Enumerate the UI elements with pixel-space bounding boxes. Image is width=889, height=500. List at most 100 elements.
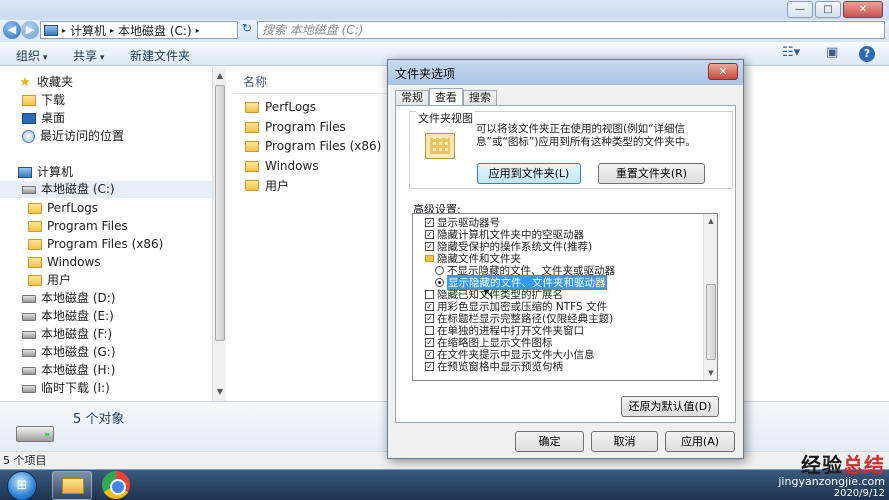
nav-label: 本地磁盘 (G:) [41, 345, 116, 359]
scroll-down-icon[interactable]: ▼ [213, 385, 227, 399]
navigation-pane: ★ 收藏夹 下载 桌面 最近访问的位置 计算机 本地磁盘 (C:) PerfLo… [0, 67, 226, 401]
start-orb-icon[interactable]: ⊞ [7, 471, 37, 500]
tab-search[interactable]: 搜索 [463, 90, 497, 106]
downloads-icon [22, 95, 36, 106]
nav-label: 本地磁盘 (E:) [41, 309, 114, 323]
folder-icon [28, 239, 42, 250]
watermark-title: 经验总结 [778, 449, 885, 478]
nav-item-desktop[interactable]: 桌面 [22, 110, 65, 127]
nav-item-users[interactable]: 用户 [28, 272, 71, 289]
scroll-up-icon[interactable]: ▲ [704, 215, 717, 227]
taskbar-explorer-button[interactable] [52, 471, 92, 500]
computer-icon [18, 167, 32, 178]
search-input[interactable]: 搜索 本地磁盘 (C:) [257, 21, 885, 39]
advanced-list-scrollbar[interactable]: ▲ ▼ [703, 214, 717, 380]
checkbox[interactable]: ✓ [425, 349, 434, 359]
share-menu[interactable]: 共享 [73, 47, 104, 64]
view-options-icon[interactable]: ☷▾ [782, 45, 800, 61]
nav-item-drive-f[interactable]: 本地磁盘 (F:) [22, 326, 112, 343]
breadcrumb-drive-c[interactable]: 本地磁盘 (C:) [118, 22, 192, 39]
file-name: 用户 [265, 178, 290, 193]
preview-pane-icon[interactable]: ▣ [826, 45, 838, 61]
checkbox[interactable]: ✓ [425, 313, 434, 323]
dialog-close-button[interactable]: ✕ [708, 63, 738, 80]
nav-label: 下载 [41, 93, 66, 107]
nav-item-program-files-x86[interactable]: Program Files (x86) [28, 236, 163, 253]
advanced-settings-list[interactable]: ✓ 显示驱动器号 ✓ 隐藏计算机文件夹中的空驱动器 ✓ 隐藏受保护的操作系统文件… [412, 213, 718, 381]
folder-icon [245, 179, 259, 191]
ok-button[interactable]: 确定 [515, 431, 584, 452]
nav-item-windows[interactable]: Windows [28, 254, 101, 271]
nav-label: 本地磁盘 (H:) [41, 363, 116, 377]
close-button[interactable]: ✕ [843, 1, 883, 18]
nav-label: 本地磁盘 (C:) [41, 182, 115, 196]
breadcrumb-separator: ▸ [195, 25, 200, 35]
refresh-icon[interactable]: ↻ [239, 21, 255, 39]
tab-view[interactable]: 查看 [429, 88, 463, 106]
nav-scrollbar[interactable]: ▲ ▼ [212, 67, 226, 401]
checkbox[interactable]: ✓ [425, 337, 434, 347]
list-item[interactable]: Program Files [245, 118, 346, 136]
apply-button[interactable]: 应用(A) [665, 431, 735, 452]
scroll-thumb[interactable] [706, 284, 716, 360]
reset-folders-button[interactable]: 重置文件夹(R) [598, 163, 705, 184]
desktop-icon [22, 113, 36, 124]
scroll-thumb[interactable] [215, 85, 225, 341]
minimize-button[interactable]: — [787, 1, 813, 18]
nav-item-recent[interactable]: 最近访问的位置 [22, 128, 124, 145]
nav-item-drive-c[interactable]: 本地磁盘 (C:) [0, 181, 212, 198]
new-folder-button[interactable]: 新建文件夹 [130, 47, 190, 64]
checkbox[interactable]: ✓ [425, 361, 434, 371]
folder-icon [28, 275, 42, 286]
checkbox[interactable]: ✓ [425, 229, 434, 239]
checkbox[interactable]: ✓ [425, 217, 434, 227]
scroll-down-icon[interactable]: ▼ [704, 367, 717, 379]
apply-to-folders-button[interactable]: 应用到文件夹(L) [477, 163, 581, 184]
status-text: 5 个项目 [3, 454, 47, 467]
nav-label: 本地磁盘 (F:) [41, 327, 113, 341]
nav-label: 最近访问的位置 [40, 129, 125, 143]
nav-label: 本地磁盘 (D:) [41, 291, 116, 305]
option-preview-handlers[interactable]: ✓ 在预览窗格中显示预览句柄 [425, 360, 563, 373]
tab-general[interactable]: 常规 [395, 90, 429, 106]
nav-computer[interactable]: 计算机 [18, 164, 73, 181]
star-icon: ★ [19, 74, 31, 90]
nav-label: Windows [47, 255, 101, 269]
list-item[interactable]: Windows [245, 157, 319, 175]
checkbox[interactable] [425, 289, 434, 299]
list-item[interactable]: 用户 [245, 176, 289, 194]
nav-item-drive-h[interactable]: 本地磁盘 (H:) [22, 362, 115, 379]
forward-icon[interactable]: ▶ [21, 21, 39, 39]
back-icon[interactable]: ◀ [3, 21, 21, 39]
restore-defaults-button[interactable]: 还原为默认值(D) [621, 396, 719, 417]
nav-item-downloads[interactable]: 下载 [22, 92, 65, 109]
scroll-up-icon[interactable]: ▲ [213, 69, 227, 83]
nav-label: PerfLogs [47, 201, 99, 215]
nav-label: Program Files [47, 219, 128, 233]
nav-item-drive-g[interactable]: 本地磁盘 (G:) [22, 344, 116, 361]
nav-item-perflogs[interactable]: PerfLogs [28, 200, 98, 217]
cancel-button[interactable]: 取消 [591, 431, 658, 452]
breadcrumb-separator: ▸ [110, 25, 115, 35]
list-item[interactable]: PerfLogs [245, 98, 316, 116]
nav-item-program-files[interactable]: Program Files [28, 218, 128, 235]
taskbar-chrome-button[interactable] [96, 471, 136, 500]
breadcrumb-computer[interactable]: 计算机 [70, 22, 106, 39]
drive-icon [22, 185, 36, 194]
checkbox[interactable]: ✓ [425, 301, 434, 311]
column-header-name[interactable]: 名称 [243, 73, 267, 90]
help-icon[interactable]: ? [859, 46, 875, 62]
radio-button[interactable] [435, 265, 444, 275]
radio-button[interactable] [435, 277, 444, 287]
address-bar[interactable]: ▸ 计算机 ▸ 本地磁盘 (C:) ▸ [40, 21, 238, 39]
maximize-button[interactable]: □ [815, 1, 841, 18]
nav-item-drive-d[interactable]: 本地磁盘 (D:) [22, 290, 115, 307]
checkbox[interactable] [425, 325, 434, 335]
checkbox[interactable]: ✓ [425, 241, 434, 251]
organize-menu[interactable]: 组织 [16, 47, 47, 64]
nav-favorites[interactable]: ★ 收藏夹 [18, 74, 73, 91]
nav-item-drive-e[interactable]: 本地磁盘 (E:) [22, 308, 114, 325]
list-item[interactable]: Program Files (x86) [245, 137, 381, 155]
file-name: Program Files [265, 120, 346, 134]
nav-item-drive-i[interactable]: 临时下载 (I:) [22, 380, 110, 397]
